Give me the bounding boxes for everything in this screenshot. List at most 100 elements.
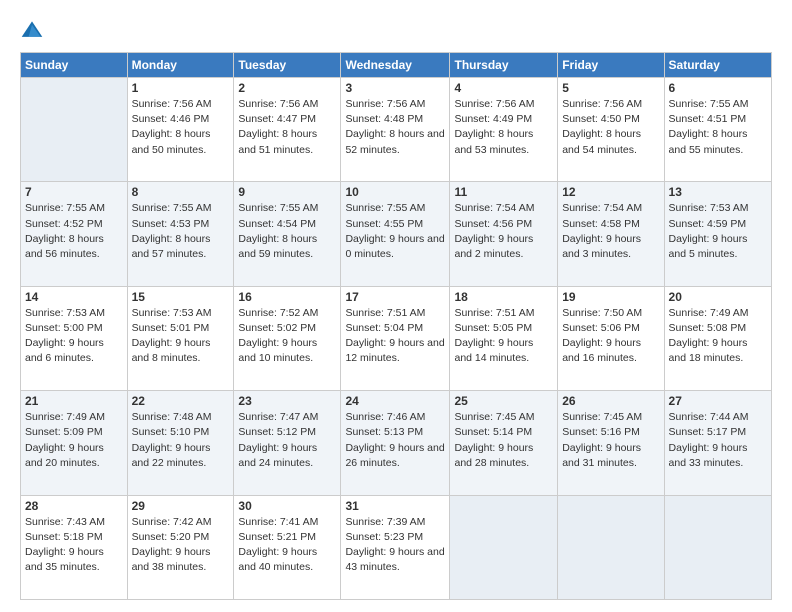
week-row-4: 21 Sunrise: 7:49 AMSunset: 5:09 PMDayligh… xyxy=(21,391,772,495)
day-info: Sunrise: 7:51 AMSunset: 5:04 PMDaylight:… xyxy=(345,306,445,367)
day-number: 3 xyxy=(345,81,445,95)
day-info: Sunrise: 7:53 AMSunset: 5:01 PMDaylight:… xyxy=(132,306,230,367)
week-row-2: 7 Sunrise: 7:55 AMSunset: 4:52 PMDaylight… xyxy=(21,182,772,286)
day-info: Sunrise: 7:56 AMSunset: 4:49 PMDaylight:… xyxy=(454,97,553,158)
day-number: 11 xyxy=(454,185,553,199)
day-info: Sunrise: 7:45 AMSunset: 5:16 PMDaylight:… xyxy=(562,410,659,471)
day-cell: 11Sunrise: 7:54 AMSunset: 4:56 PMDayligh… xyxy=(450,182,558,286)
day-number: 17 xyxy=(345,290,445,304)
day-cell: 23 Sunrise: 7:47 AMSunset: 5:12 PMDayligh… xyxy=(234,391,341,495)
day-cell: 24Sunrise: 7:46 AMSunset: 5:13 PMDayligh… xyxy=(341,391,450,495)
day-number: 21 xyxy=(25,394,123,408)
day-info: Sunrise: 7:43 AMSunset: 5:18 PMDaylight:… xyxy=(25,515,123,576)
day-cell: 9 Sunrise: 7:55 AMSunset: 4:54 PMDaylight… xyxy=(234,182,341,286)
day-number: 28 xyxy=(25,499,123,513)
day-cell: 27 Sunrise: 7:44 AMSunset: 5:17 PMDayligh… xyxy=(664,391,771,495)
day-info: Sunrise: 7:51 AMSunset: 5:05 PMDaylight:… xyxy=(454,306,553,367)
day-info: Sunrise: 7:46 AMSunset: 5:13 PMDaylight:… xyxy=(345,410,445,471)
day-cell: 4 Sunrise: 7:56 AMSunset: 4:49 PMDaylight… xyxy=(450,78,558,182)
day-number: 9 xyxy=(238,185,336,199)
week-row-5: 28 Sunrise: 7:43 AMSunset: 5:18 PMDayligh… xyxy=(21,495,772,599)
day-cell: 19 Sunrise: 7:50 AMSunset: 5:06 PMDayligh… xyxy=(558,286,664,390)
weekday-header-sunday: Sunday xyxy=(21,53,128,78)
day-info: Sunrise: 7:49 AMSunset: 5:08 PMDaylight:… xyxy=(669,306,767,367)
day-cell xyxy=(558,495,664,599)
day-info: Sunrise: 7:53 AMSunset: 5:00 PMDaylight:… xyxy=(25,306,123,367)
day-number: 7 xyxy=(25,185,123,199)
day-cell: 8Sunrise: 7:55 AMSunset: 4:53 PMDaylight… xyxy=(127,182,234,286)
day-info: Sunrise: 7:52 AMSunset: 5:02 PMDaylight:… xyxy=(238,306,336,367)
weekday-header-wednesday: Wednesday xyxy=(341,53,450,78)
day-cell: 1 Sunrise: 7:56 AMSunset: 4:46 PMDaylight… xyxy=(127,78,234,182)
day-cell: 5Sunrise: 7:56 AMSunset: 4:50 PMDaylight… xyxy=(558,78,664,182)
day-cell xyxy=(21,78,128,182)
day-number: 12 xyxy=(562,185,659,199)
day-cell: 10 Sunrise: 7:55 AMSunset: 4:55 PMDayligh… xyxy=(341,182,450,286)
day-cell: 7 Sunrise: 7:55 AMSunset: 4:52 PMDaylight… xyxy=(21,182,128,286)
day-number: 20 xyxy=(669,290,767,304)
day-cell: 6 Sunrise: 7:55 AMSunset: 4:51 PMDaylight… xyxy=(664,78,771,182)
day-cell: 30Sunrise: 7:41 AMSunset: 5:21 PMDayligh… xyxy=(234,495,341,599)
day-number: 19 xyxy=(562,290,659,304)
weekday-header-thursday: Thursday xyxy=(450,53,558,78)
day-info: Sunrise: 7:39 AMSunset: 5:23 PMDaylight:… xyxy=(345,515,445,576)
day-number: 25 xyxy=(454,394,553,408)
day-cell: 21 Sunrise: 7:49 AMSunset: 5:09 PMDayligh… xyxy=(21,391,128,495)
day-info: Sunrise: 7:44 AMSunset: 5:17 PMDaylight:… xyxy=(669,410,767,471)
day-info: Sunrise: 7:55 AMSunset: 4:55 PMDaylight:… xyxy=(345,201,445,262)
day-info: Sunrise: 7:53 AMSunset: 4:59 PMDaylight:… xyxy=(669,201,767,262)
day-info: Sunrise: 7:55 AMSunset: 4:52 PMDaylight:… xyxy=(25,201,123,262)
day-number: 18 xyxy=(454,290,553,304)
day-number: 26 xyxy=(562,394,659,408)
day-cell: 13 Sunrise: 7:53 AMSunset: 4:59 PMDayligh… xyxy=(664,182,771,286)
day-info: Sunrise: 7:56 AMSunset: 4:46 PMDaylight:… xyxy=(132,97,230,158)
day-info: Sunrise: 7:47 AMSunset: 5:12 PMDaylight:… xyxy=(238,410,336,471)
day-cell: 14 Sunrise: 7:53 AMSunset: 5:00 PMDayligh… xyxy=(21,286,128,390)
day-number: 22 xyxy=(132,394,230,408)
day-number: 15 xyxy=(132,290,230,304)
day-number: 10 xyxy=(345,185,445,199)
day-cell: 31 Sunrise: 7:39 AMSunset: 5:23 PMDayligh… xyxy=(341,495,450,599)
day-info: Sunrise: 7:55 AMSunset: 4:54 PMDaylight:… xyxy=(238,201,336,262)
header xyxy=(20,18,772,42)
day-cell: 22Sunrise: 7:48 AMSunset: 5:10 PMDayligh… xyxy=(127,391,234,495)
day-info: Sunrise: 7:56 AMSunset: 4:48 PMDaylight:… xyxy=(345,97,445,158)
day-info: Sunrise: 7:56 AMSunset: 4:47 PMDaylight:… xyxy=(238,97,336,158)
day-cell: 3 Sunrise: 7:56 AMSunset: 4:48 PMDaylight… xyxy=(341,78,450,182)
day-info: Sunrise: 7:55 AMSunset: 4:51 PMDaylight:… xyxy=(669,97,767,158)
logo-icon xyxy=(20,18,44,42)
weekday-header-saturday: Saturday xyxy=(664,53,771,78)
day-number: 1 xyxy=(132,81,230,95)
day-number: 23 xyxy=(238,394,336,408)
day-cell: 17 Sunrise: 7:51 AMSunset: 5:04 PMDayligh… xyxy=(341,286,450,390)
day-number: 13 xyxy=(669,185,767,199)
day-number: 31 xyxy=(345,499,445,513)
day-number: 4 xyxy=(454,81,553,95)
day-cell: 2 Sunrise: 7:56 AMSunset: 4:47 PMDaylight… xyxy=(234,78,341,182)
day-cell xyxy=(664,495,771,599)
day-number: 6 xyxy=(669,81,767,95)
day-cell: 25 Sunrise: 7:45 AMSunset: 5:14 PMDayligh… xyxy=(450,391,558,495)
page: SundayMondayTuesdayWednesdayThursdayFrid… xyxy=(0,0,792,612)
day-cell: 15 Sunrise: 7:53 AMSunset: 5:01 PMDayligh… xyxy=(127,286,234,390)
day-number: 29 xyxy=(132,499,230,513)
weekday-header-friday: Friday xyxy=(558,53,664,78)
day-info: Sunrise: 7:56 AMSunset: 4:50 PMDaylight:… xyxy=(562,97,659,158)
day-info: Sunrise: 7:41 AMSunset: 5:21 PMDaylight:… xyxy=(238,515,336,576)
day-number: 2 xyxy=(238,81,336,95)
weekday-header-row: SundayMondayTuesdayWednesdayThursdayFrid… xyxy=(21,53,772,78)
day-info: Sunrise: 7:50 AMSunset: 5:06 PMDaylight:… xyxy=(562,306,659,367)
day-cell: 28 Sunrise: 7:43 AMSunset: 5:18 PMDayligh… xyxy=(21,495,128,599)
day-info: Sunrise: 7:49 AMSunset: 5:09 PMDaylight:… xyxy=(25,410,123,471)
weekday-header-monday: Monday xyxy=(127,53,234,78)
weekday-header-tuesday: Tuesday xyxy=(234,53,341,78)
day-number: 27 xyxy=(669,394,767,408)
day-cell: 16Sunrise: 7:52 AMSunset: 5:02 PMDayligh… xyxy=(234,286,341,390)
day-number: 14 xyxy=(25,290,123,304)
week-row-1: 1 Sunrise: 7:56 AMSunset: 4:46 PMDaylight… xyxy=(21,78,772,182)
day-info: Sunrise: 7:54 AMSunset: 4:58 PMDaylight:… xyxy=(562,201,659,262)
calendar-table: SundayMondayTuesdayWednesdayThursdayFrid… xyxy=(20,52,772,600)
day-info: Sunrise: 7:55 AMSunset: 4:53 PMDaylight:… xyxy=(132,201,230,262)
day-info: Sunrise: 7:45 AMSunset: 5:14 PMDaylight:… xyxy=(454,410,553,471)
day-cell: 12 Sunrise: 7:54 AMSunset: 4:58 PMDayligh… xyxy=(558,182,664,286)
